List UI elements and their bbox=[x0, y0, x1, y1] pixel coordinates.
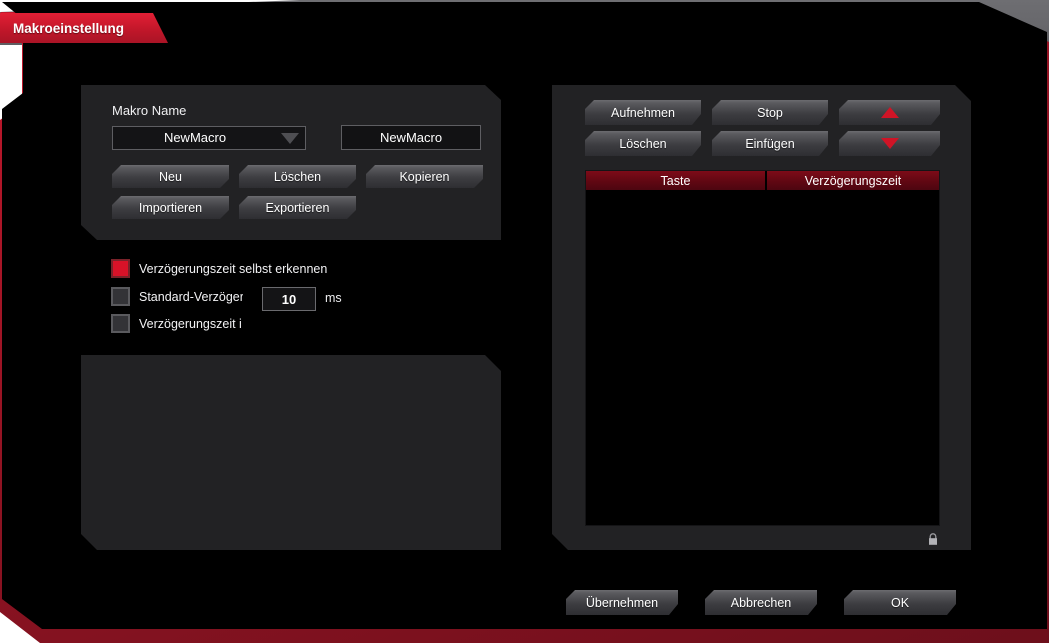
cancel-button[interactable]: Abbrechen bbox=[705, 590, 817, 615]
tab-label: Makroeinstellung bbox=[13, 20, 125, 36]
checkbox-row-ignore-delay[interactable]: Verzögerungszeit i bbox=[111, 314, 246, 333]
macro-name-section-label: Makro Name bbox=[112, 103, 187, 118]
apply-button[interactable]: Übernehmen bbox=[566, 590, 678, 615]
lock-icon[interactable] bbox=[927, 533, 939, 546]
macro-select[interactable]: NewMacro bbox=[112, 126, 306, 150]
delete-entry-button[interactable]: Löschen bbox=[585, 131, 701, 156]
stop-button[interactable]: Stop bbox=[712, 100, 828, 125]
auto-detect-checkbox[interactable] bbox=[111, 259, 130, 278]
delete-macro-button[interactable]: Löschen bbox=[239, 165, 356, 188]
chevron-down-icon[interactable] bbox=[280, 131, 300, 145]
triangle-up-icon bbox=[881, 107, 899, 118]
macro-name-input[interactable]: NewMacro bbox=[341, 125, 481, 150]
list-header: Taste Verzögerungszeit bbox=[586, 171, 939, 190]
export-button[interactable]: Exportieren bbox=[239, 196, 356, 219]
standard-delay-checkbox[interactable] bbox=[111, 287, 130, 306]
checkbox-row-standard-delay[interactable]: Standard-Verzöger bbox=[111, 287, 246, 306]
ok-button[interactable]: OK bbox=[844, 590, 956, 615]
standard-delay-label: Standard-Verzöger bbox=[139, 289, 243, 304]
macro-steps-list[interactable]: Taste Verzögerungszeit bbox=[585, 170, 940, 526]
tab-makroeinstellung[interactable]: Makroeinstellung bbox=[0, 13, 168, 43]
triangle-down-icon bbox=[881, 138, 899, 149]
macro-select-value: NewMacro bbox=[163, 129, 227, 145]
column-header-taste[interactable]: Taste bbox=[586, 171, 765, 190]
insert-button[interactable]: Einfügen bbox=[712, 131, 828, 156]
auto-detect-label: Verzögerungszeit selbst erkennen bbox=[139, 261, 328, 276]
checkbox-row-auto-detect[interactable]: Verzögerungszeit selbst erkennen bbox=[111, 259, 327, 278]
column-header-verzoegerungszeit[interactable]: Verzögerungszeit bbox=[766, 171, 939, 190]
ignore-delay-checkbox[interactable] bbox=[111, 314, 130, 333]
record-button[interactable]: Aufnehmen bbox=[585, 100, 701, 125]
delay-value-input[interactable]: 10 bbox=[262, 287, 316, 311]
macro-preview-panel bbox=[81, 355, 501, 550]
delay-unit-label: ms bbox=[325, 291, 342, 305]
new-button[interactable]: Neu bbox=[112, 165, 229, 188]
screen: D/WIRELESS ? Makroeinstellung Makro Name… bbox=[0, 0, 1049, 643]
move-down-button[interactable] bbox=[839, 131, 940, 156]
ignore-delay-label: Verzögerungszeit i bbox=[139, 316, 242, 331]
move-up-button[interactable] bbox=[839, 100, 940, 125]
copy-button[interactable]: Kopieren bbox=[366, 165, 483, 188]
import-button[interactable]: Importieren bbox=[112, 196, 229, 219]
